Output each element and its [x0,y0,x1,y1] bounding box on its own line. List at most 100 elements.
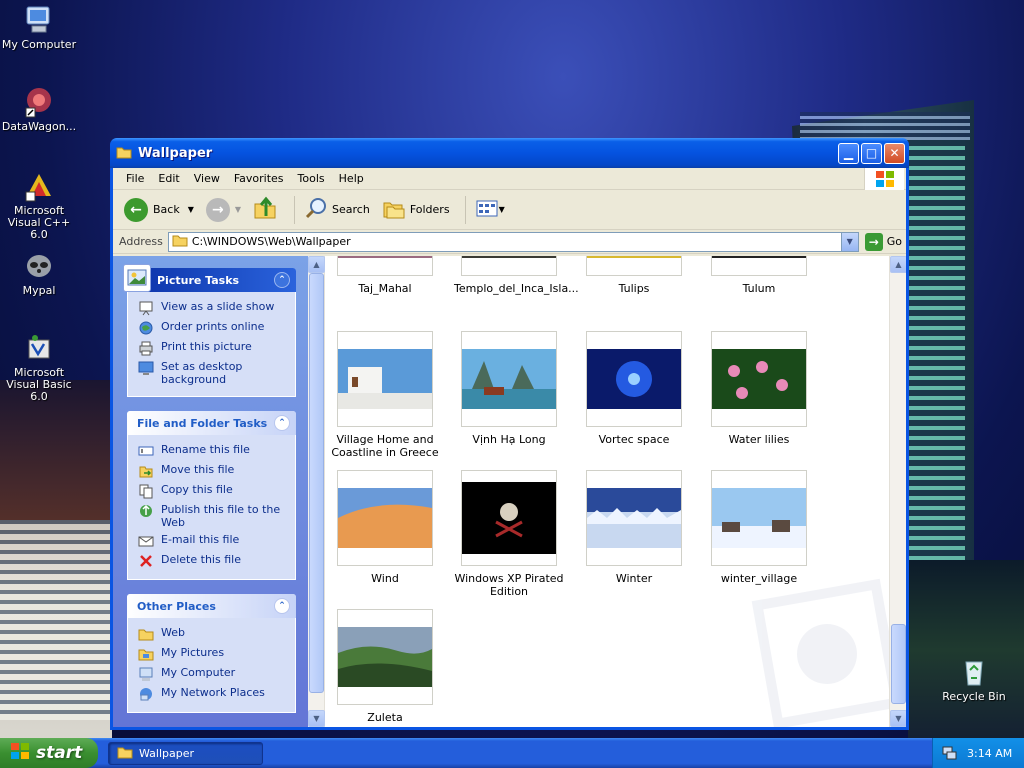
file-item[interactable]: Taj_Mahal [330,256,440,295]
copy-icon [138,483,154,499]
taskbar-item-wallpaper[interactable]: Wallpaper [108,741,263,765]
desktop-icon-my-computer[interactable]: My Computer [0,4,78,51]
menu-file[interactable]: File [119,172,151,185]
task-rename-file[interactable]: Rename this file [138,443,289,459]
file-item[interactable]: Templo_del_Inca_Isla... [454,256,579,295]
menu-help[interactable]: Help [332,172,371,185]
scroll-thumb[interactable] [891,624,906,704]
up-folder-button[interactable] [250,195,282,225]
task-set-desktop-background[interactable]: Set as desktop background [138,360,289,386]
visual-basic-icon [23,332,55,364]
folder-icon [172,233,188,250]
minimize-button[interactable]: ▁ [838,142,859,164]
clock[interactable]: 3:14 AM [967,747,1012,760]
scroll-down-icon[interactable]: ▼ [890,710,906,727]
task-email-file[interactable]: E-mail this file [138,533,289,549]
desktop-icon-datawagon[interactable]: DataWagon... [0,86,78,133]
desktop-icon-visual-basic[interactable]: Microsoft Visual Basic 6.0 [0,332,78,403]
file-item[interactable]: Windows XP Pirated Edition [454,470,564,598]
network-tray-icon[interactable] [941,744,957,763]
address-bar: Address ▼ → Go [113,230,906,254]
toolbar-separator [464,195,466,224]
desktop-city-left-windows [0,520,110,720]
picture-tasks-panel: Picture Tasks ⌃ View as a slide show Ord… [123,264,296,397]
folder-icon [138,626,154,642]
menu-bar: File Edit View Favorites Tools Help [113,168,906,190]
collapse-chevron-icon[interactable]: ⌃ [274,598,290,614]
task-order-prints[interactable]: Order prints online [138,320,289,336]
place-web[interactable]: Web [138,626,289,642]
back-button[interactable]: ← Back ▼ [121,195,197,225]
globe-icon [138,320,154,336]
close-button[interactable]: ✕ [884,142,905,164]
task-move-file[interactable]: Move this file [138,463,289,479]
forward-button[interactable]: → ▼ [203,195,244,225]
move-icon [138,463,154,479]
computer-icon [23,4,55,36]
task-publish-web[interactable]: Publish this file to the Web [138,503,289,529]
scroll-thumb[interactable] [309,273,324,693]
desktop-icon-visual-cpp[interactable]: Microsoft Visual C++ 6.0 [0,170,78,241]
folders-button[interactable]: Folders [379,195,453,225]
menu-tools[interactable]: Tools [291,172,332,185]
back-arrow-icon: ← [124,197,148,222]
other-places-body: Web My Pictures My Computer My Network P… [127,618,296,713]
file-item[interactable]: Vortec space [579,331,689,446]
file-item[interactable]: Tulum [704,256,814,295]
task-copy-file[interactable]: Copy this file [138,483,289,499]
maximize-button[interactable]: □ [861,142,882,164]
thumbnail-taj-mahal [338,256,432,258]
start-button[interactable]: start [0,738,98,768]
file-item[interactable]: Vịnh Hạ Long [454,331,564,446]
task-pane: Picture Tasks ⌃ View as a slide show Ord… [113,256,308,727]
place-my-pictures[interactable]: My Pictures [138,646,289,662]
place-my-computer[interactable]: My Computer [138,666,289,682]
back-dropdown-icon[interactable]: ▼ [188,205,194,214]
title-bar[interactable]: Wallpaper ▁ □ ✕ [110,138,909,168]
taskbar: start Wallpaper 3:14 AM [0,738,1024,768]
menu-favorites[interactable]: Favorites [227,172,291,185]
vertical-scrollbar-left[interactable]: ▲ ▼ [308,256,325,727]
menu-edit[interactable]: Edit [151,172,186,185]
file-item[interactable]: Water lilies [704,331,814,446]
file-item[interactable]: Village Home and Coastline in Greece [330,331,440,459]
scroll-up-icon[interactable]: ▲ [890,256,906,273]
vertical-scrollbar[interactable]: ▲ ▼ [889,256,906,727]
task-slide-show[interactable]: View as a slide show [138,300,289,316]
file-item[interactable]: Tulips [579,256,689,295]
file-item[interactable]: Winter [579,470,689,585]
file-view[interactable]: ▲ ▼ Taj_Mahal Templo_del_Inca_Isla... Tu… [308,256,906,727]
file-folder-tasks-body: Rename this file Move this file Copy thi… [127,435,296,580]
other-places-panel: Other Places ⌃ Web My Pictures My Comput… [127,594,296,713]
other-places-header[interactable]: Other Places ⌃ [127,594,296,618]
file-folder-tasks-header[interactable]: File and Folder Tasks ⌃ [127,411,296,435]
search-button[interactable]: Search [301,195,373,225]
scroll-down-icon[interactable]: ▼ [308,710,325,727]
scroll-up-icon[interactable]: ▲ [308,256,325,273]
task-print-picture[interactable]: Print this picture [138,340,289,356]
forward-dropdown-icon[interactable]: ▼ [235,205,241,214]
menu-view[interactable]: View [187,172,227,185]
computer-icon [138,666,154,682]
collapse-chevron-icon[interactable]: ⌃ [274,415,290,431]
email-icon [138,533,154,549]
task-delete-file[interactable]: Delete this file [138,553,289,569]
recycle-bin-icon [958,656,990,688]
views-button[interactable]: ▼ [472,195,508,225]
file-item[interactable]: Wind [330,470,440,585]
address-dropdown-icon[interactable]: ▼ [840,232,858,251]
thumbnail-windows-xp-pirated [462,482,556,554]
collapse-chevron-icon[interactable]: ⌃ [274,272,290,288]
thumbnail-tulips [587,256,681,258]
desktop-icon-mypal[interactable]: Mypal [0,250,78,297]
file-item[interactable]: winter_village [704,470,814,585]
windows-flag-icon [864,168,904,190]
picture-tasks-header[interactable]: Picture Tasks ⌃ [123,264,296,292]
minimize-icon: ▁ [843,146,854,160]
go-button[interactable]: → Go [864,232,902,251]
desktop-icon-recycle-bin[interactable]: Recycle Bin [935,656,1013,703]
file-item[interactable]: Zuleta [330,609,440,724]
desktop-building-windows [905,140,965,580]
address-input[interactable] [191,235,841,248]
place-my-network[interactable]: My Network Places [138,686,289,702]
